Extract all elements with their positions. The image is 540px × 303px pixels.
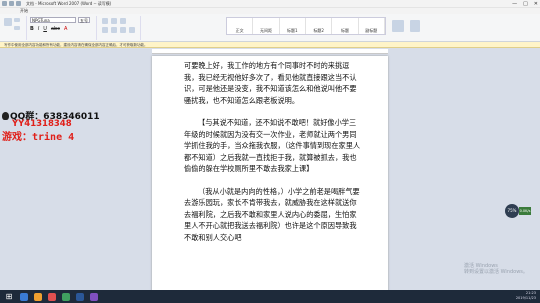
align-right-icon[interactable]: [120, 27, 126, 33]
document-paragraph[interactable]: 可要晚上好，我工作的地方有个同事时不时的来挑逗我，我已经无视他好多次了，看见他就…: [184, 60, 362, 106]
windows-activation-watermark: 激活 Windows 转到设置以激活 Windows。: [464, 263, 528, 275]
document-paragraph[interactable]: 【与其说不知道，还不如说不敢吧！就好像小学三年级的时候就因为没有交一次作业，老师…: [184, 117, 362, 175]
ribbon-divider: [96, 16, 97, 40]
justify-icon[interactable]: [129, 27, 135, 33]
font-size-select[interactable]: 五号: [78, 17, 90, 23]
network-speed-tag: 0.0K/s: [519, 207, 531, 215]
numbering-icon[interactable]: [111, 18, 117, 24]
ribbon: NPGTuna 五号 B I U abc A 正文 无间距 标题1 标题2 标题…: [0, 14, 540, 42]
font-color-button[interactable]: A: [64, 26, 67, 32]
style-heading-1[interactable]: 标题1: [280, 18, 306, 34]
save-icon[interactable]: [9, 1, 14, 6]
quick-access-toolbar: [2, 1, 21, 6]
font-name-select[interactable]: NPGTuna: [30, 17, 76, 23]
maximize-button[interactable]: □: [523, 0, 528, 8]
ribbon-divider: [26, 16, 27, 40]
activation-subtitle: 转到设置以激活 Windows。: [464, 269, 528, 275]
cut-icon[interactable]: [14, 18, 20, 22]
info-bar: 写作中使用全部内容功能和所有功能，建设内容请在确保全部内容正确后，才可获取新功能…: [0, 42, 540, 48]
document-page[interactable]: 可要晚上好，我工作的地方有个同事时不时的来挑逗我，我已经无视他好多次了，看见他就…: [152, 56, 388, 303]
underline-button[interactable]: U: [43, 26, 47, 32]
style-normal[interactable]: 正文: [227, 18, 254, 34]
style-title[interactable]: 标题: [332, 18, 359, 34]
clock-date: 2019/11/23: [515, 296, 536, 300]
undo-icon[interactable]: [16, 1, 21, 6]
taskbar-app-icon[interactable]: [62, 292, 70, 301]
taskbar-app-icon[interactable]: [20, 292, 28, 301]
align-left-icon[interactable]: [102, 27, 108, 33]
office-button-icon[interactable]: [2, 1, 7, 6]
style-subtitle[interactable]: 副标题: [359, 18, 385, 34]
document-body[interactable]: 可要晚上好，我工作的地方有个同事时不时的来挑逗我，我已经无视他好多次了，看见他就…: [184, 60, 362, 254]
copy-icon[interactable]: [14, 26, 20, 30]
indent-icon[interactable]: [120, 18, 126, 24]
italic-button[interactable]: I: [38, 26, 39, 32]
bold-button[interactable]: B: [30, 26, 34, 32]
taskbar-app-icon[interactable]: [48, 292, 56, 301]
window-controls: — □ ✕: [512, 0, 538, 8]
bullets-icon[interactable]: [102, 18, 108, 24]
windows-start-icon[interactable]: ⊞: [4, 292, 14, 302]
window-title: 文档 - Microsoft Word 2007 (Word -- 读写模): [26, 1, 112, 6]
taskbar-app-icon[interactable]: [34, 292, 42, 301]
title-bar: 文档 - Microsoft Word 2007 (Word -- 读写模) —…: [0, 0, 540, 8]
paste-icon[interactable]: [4, 18, 12, 26]
find-icon[interactable]: [410, 20, 420, 32]
close-button[interactable]: ✕: [534, 0, 538, 8]
style-no-spacing[interactable]: 无间距: [253, 18, 280, 34]
change-styles-icon[interactable]: [392, 20, 404, 32]
tab-home[interactable]: 开始: [20, 8, 28, 13]
taskbar-app-icon[interactable]: [90, 292, 98, 301]
format-buttons: B I U abc A: [30, 26, 67, 32]
ribbon-divider: [140, 16, 141, 40]
taskbar-word-icon[interactable]: [76, 292, 84, 301]
minimize-button[interactable]: —: [512, 0, 517, 8]
taskbar: ⊞ 21:23 2019/11/23: [0, 290, 540, 303]
styles-gallery: 正文 无间距 标题1 标题2 标题 副标题: [226, 17, 386, 35]
horizontal-ruler[interactable]: [152, 49, 388, 54]
qq-penguin-icon: [2, 112, 9, 120]
zoom-widget[interactable]: 75%: [505, 204, 519, 218]
strikethrough-button[interactable]: abc: [51, 26, 60, 32]
stream-overlay-game: 游戏：trine 4: [2, 132, 75, 143]
style-heading-2[interactable]: 标题2: [306, 18, 333, 34]
align-center-icon[interactable]: [111, 27, 117, 33]
document-paragraph[interactable]: （我从小就是内向的性格，）小学之前老是喝胖气要去游乐园玩，家长不肯带我去，就威胁…: [184, 186, 362, 244]
system-clock[interactable]: 21:23 2019/11/23: [516, 291, 536, 301]
